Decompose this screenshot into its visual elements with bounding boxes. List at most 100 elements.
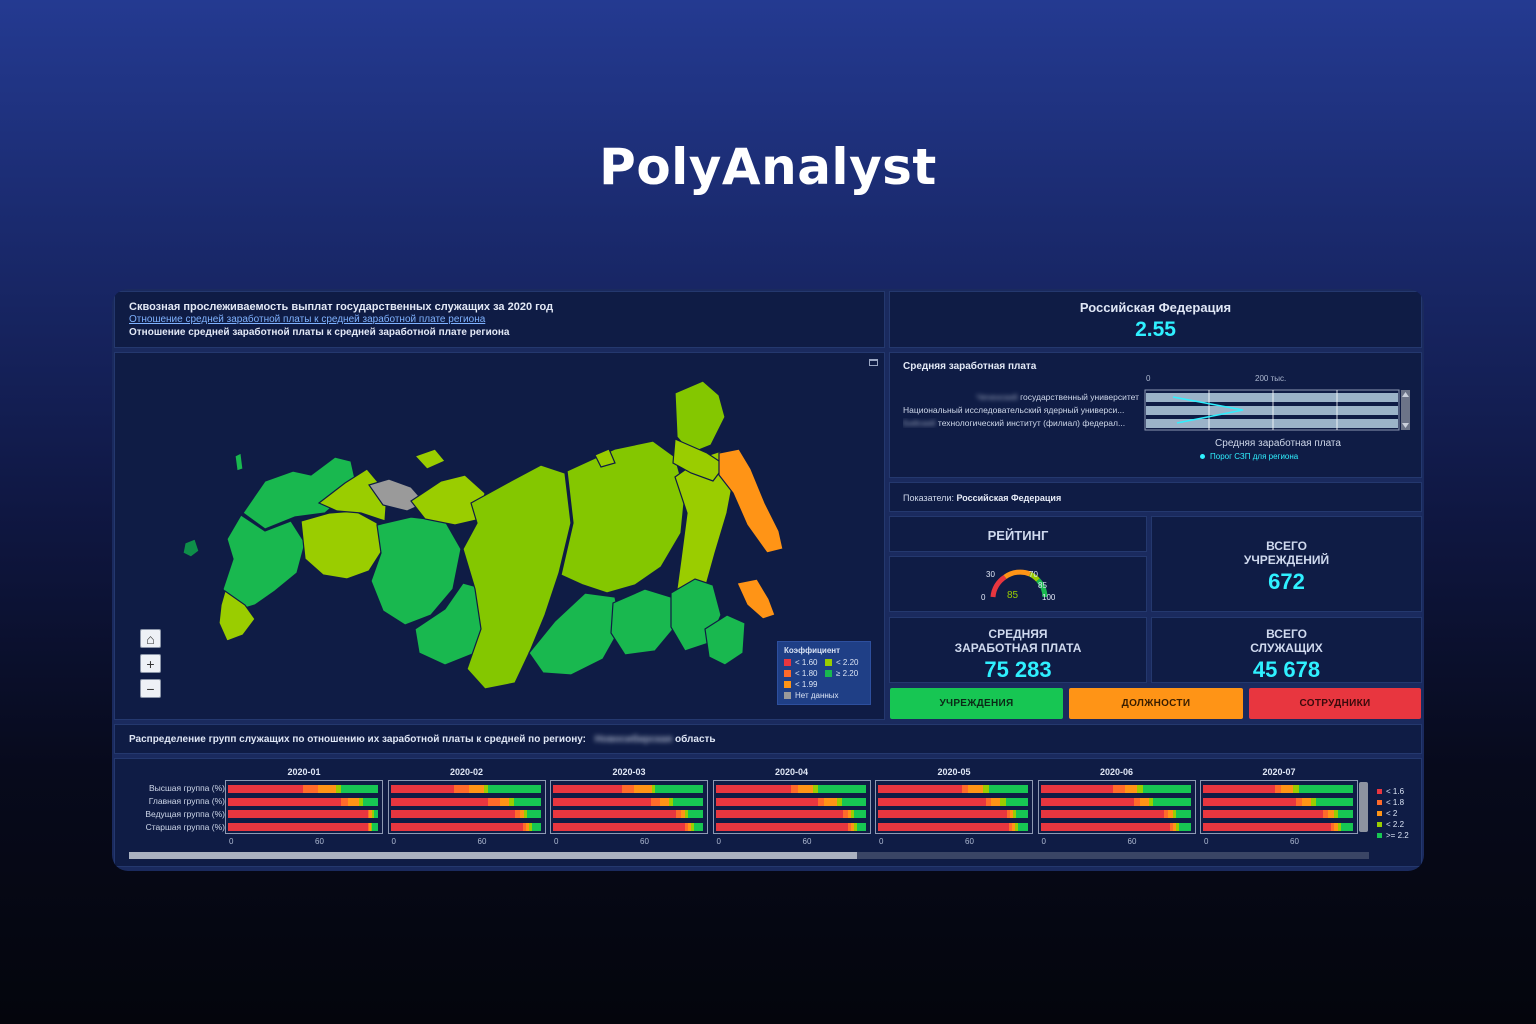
map-legend-item: < 2.20 <box>825 657 864 668</box>
stacked-bar[interactable] <box>1040 822 1191 831</box>
map-legend-item: ≥ 2.20 <box>825 668 864 679</box>
salary-kpi-value: 75 283 <box>984 657 1052 682</box>
bar-segment <box>228 822 368 831</box>
horizontal-scrollbar-thumb[interactable] <box>129 852 857 859</box>
month-title: 2020-04 <box>774 767 809 777</box>
salary-row-label: Национальный исследовательский ядерный у… <box>903 405 1125 415</box>
month-title: 2020-07 <box>1262 767 1296 777</box>
home-icon[interactable]: ⌂ <box>140 629 161 648</box>
vertical-scrollbar[interactable] <box>1359 782 1368 832</box>
map-region-yakutia <box>560 440 686 594</box>
bar-segment <box>715 822 848 831</box>
bar-segment <box>228 810 368 818</box>
stacked-bar[interactable] <box>878 785 1028 793</box>
stacked-bar[interactable] <box>1040 785 1191 793</box>
institutions-kpi-value: 672 <box>1268 569 1305 594</box>
stacked-bar[interactable] <box>1040 810 1191 818</box>
map-region-sakhalin <box>736 578 776 620</box>
salary-bar <box>1146 406 1398 415</box>
salary-kpi-title: СРЕДНЯЯ <box>988 627 1048 641</box>
distribution-legend: < 1.6 < 1.8 < 2 < 2.2 >= 2.2 <box>1377 786 1409 841</box>
month-title: 2020-05 <box>937 767 971 777</box>
stacked-bar[interactable] <box>553 810 703 818</box>
bar-segment <box>968 785 983 793</box>
gauge-tick: 100 <box>1042 593 1056 602</box>
stacked-bar[interactable] <box>1040 797 1191 806</box>
bar-segment <box>531 822 541 831</box>
month-panel <box>1037 780 1196 834</box>
institutions-kpi-title: ВСЕГО <box>1266 539 1307 553</box>
bar-segment <box>1341 822 1353 831</box>
stacked-bar[interactable] <box>878 822 1028 831</box>
employees-kpi-panel: ВСЕГО СЛУЖАЩИХ 45 678 <box>1151 617 1422 683</box>
stacked-bar[interactable] <box>228 797 378 806</box>
salary-row-label: Бийский технологический институт (филиал… <box>903 418 1126 428</box>
stacked-bar[interactable] <box>715 810 866 818</box>
stacked-bar[interactable] <box>390 810 541 818</box>
stacked-bar[interactable] <box>553 797 703 806</box>
bar-segment <box>372 822 378 831</box>
axis-tick-label: 60 <box>315 837 324 846</box>
bar-segment <box>1299 785 1353 793</box>
institutions-button[interactable]: УЧРЕЖДЕНИЯ <box>890 688 1063 719</box>
rating-gauge-panel: 0 30 70 85 100 85 <box>889 556 1147 612</box>
bar-segment <box>878 822 1009 831</box>
stacked-bar[interactable] <box>390 822 541 831</box>
gauge-tick: 0 <box>981 593 986 602</box>
salary-bars <box>1144 389 1410 431</box>
bar-segment <box>622 785 634 793</box>
stacked-bar[interactable] <box>1203 797 1353 806</box>
bar-segment <box>553 785 622 793</box>
stacked-bar[interactable] <box>228 785 378 793</box>
plus-icon[interactable]: + <box>140 654 161 673</box>
category-label: Старшая группа (%) <box>145 822 225 832</box>
map-region-volga <box>300 510 384 580</box>
stacked-bar[interactable] <box>553 822 703 831</box>
stacked-bar[interactable] <box>228 810 378 818</box>
bar-segment <box>673 797 703 806</box>
bar-segment <box>1112 785 1125 793</box>
bar-segment <box>878 810 1007 818</box>
bar-segment <box>655 785 703 793</box>
stacked-bar[interactable] <box>715 797 866 806</box>
bar-segment <box>488 785 541 793</box>
month-panel <box>550 780 708 834</box>
distribution-legend-item: < 1.6 <box>1377 786 1409 797</box>
bar-segment <box>363 797 378 806</box>
staff-button[interactable]: СОТРУДНИКИ <box>1249 688 1421 719</box>
stacked-bar[interactable] <box>878 810 1028 818</box>
map-region-kaliningrad <box>182 538 200 558</box>
brand-title: PolyAnalyst <box>599 138 937 196</box>
stacked-bar[interactable] <box>228 822 378 831</box>
stacked-bar[interactable] <box>553 785 703 793</box>
stacked-bar[interactable] <box>715 822 866 831</box>
distribution-chart-panel: Высшая группа (%) Главная группа (%) Вед… <box>114 758 1422 867</box>
category-label: Высшая группа (%) <box>148 783 225 793</box>
axis-tick-label: 0 <box>1204 837 1209 846</box>
bar-segment <box>390 822 523 831</box>
stacked-bar[interactable] <box>878 797 1028 806</box>
stacked-bar[interactable] <box>1203 822 1353 831</box>
russia-map[interactable] <box>115 353 886 721</box>
month-title: 2020-03 <box>612 767 646 777</box>
stacked-bar[interactable] <box>390 785 541 793</box>
salary-chart-panel: Средняя заработная плата 0 200 тыс. Чече… <box>889 352 1422 478</box>
stacked-bar[interactable] <box>1203 810 1353 818</box>
positions-button[interactable]: ДОЛЖНОСТИ <box>1069 688 1243 719</box>
header-panel: Сквозная прослеживаемость выплат государ… <box>114 291 885 348</box>
ratio-link[interactable]: Отношение средней заработной платы к сре… <box>129 314 485 325</box>
bar-segment <box>817 785 866 793</box>
category-label: Ведущая группа (%) <box>145 809 225 819</box>
bar-segment <box>390 810 515 818</box>
bar-segment <box>390 785 454 793</box>
stacked-bar[interactable] <box>390 797 541 806</box>
stacked-bar[interactable] <box>715 785 866 793</box>
map-legend: Коэффициент < 1.60 < 2.20 < 1.80 ≥ 2.20 … <box>777 641 871 705</box>
employees-kpi-title: СЛУЖАЩИХ <box>1250 641 1323 655</box>
indicators-label: Показатели: Российская Федерация <box>903 493 1062 503</box>
stacked-bar[interactable] <box>1203 785 1353 793</box>
bar-segment <box>823 797 837 806</box>
bar-segment <box>878 797 986 806</box>
summary-value: 2.55 <box>1135 318 1176 341</box>
minus-icon[interactable]: − <box>140 679 161 698</box>
